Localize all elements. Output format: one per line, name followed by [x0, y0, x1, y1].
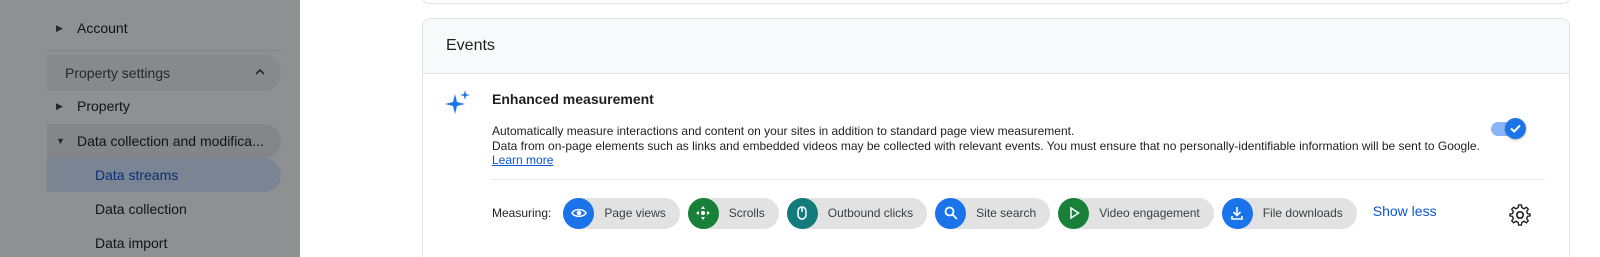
chip-label: Page views	[604, 206, 666, 220]
chip-label: Video engagement	[1099, 206, 1200, 220]
sparkle-icon	[445, 90, 470, 114]
mouse-icon	[786, 197, 818, 229]
show-less-link[interactable]: Show less	[1373, 203, 1437, 219]
eye-icon	[563, 197, 595, 229]
toggle-knob	[1505, 118, 1526, 139]
collapse-arrow-icon: ▼	[56, 136, 65, 146]
sidebar-item-account[interactable]: ▶ Account	[47, 11, 281, 45]
search-icon	[935, 197, 967, 229]
download-icon	[1221, 197, 1253, 229]
learn-more-link[interactable]: Learn more	[492, 153, 553, 167]
measuring-label: Measuring:	[492, 206, 552, 220]
sidebar-item-label: Data collection and modifica...	[77, 133, 264, 149]
sidebar-item-property[interactable]: ▶ Property	[47, 89, 281, 123]
chip-outbound-clicks[interactable]: Outbound clicks	[786, 197, 928, 229]
chevron-up-icon	[255, 68, 265, 75]
sidebar-item-label: Data import	[95, 235, 168, 251]
chip-scrolls[interactable]: Scrolls	[687, 197, 779, 229]
chip-site-search[interactable]: Site search	[935, 197, 1051, 229]
expand-arrow-icon: ▶	[56, 22, 63, 33]
play-icon	[1058, 197, 1090, 229]
sidebar-item-data-collection-and-modification[interactable]: ▼ Data collection and modifica...	[47, 124, 281, 158]
enhanced-measurement-description: Automatically measure interactions and c…	[492, 124, 1075, 138]
previous-card	[422, 0, 1570, 4]
sidebar-divider	[47, 50, 281, 51]
sidebar-item-label: Property	[77, 98, 130, 114]
events-title: Events	[446, 37, 495, 54]
events-header: Events	[423, 19, 1569, 74]
stream-details-panel: Events Enhanced measurement Automaticall…	[300, 0, 1600, 257]
chip-label: Site search	[976, 206, 1037, 220]
chip-label: Scrolls	[728, 206, 765, 220]
divider	[492, 179, 1545, 180]
check-icon	[1510, 124, 1521, 133]
sidebar-item-data-streams[interactable]: Data streams	[47, 158, 281, 192]
sidebar-item-label: Account	[77, 20, 128, 36]
sidebar-section-property-settings[interactable]: Property settings	[47, 55, 281, 91]
chip-video-engagement[interactable]: Video engagement	[1058, 197, 1214, 229]
admin-sidebar: ▶ Account Property settings ▶ Property ▼…	[0, 0, 300, 257]
sidebar-item-data-collection[interactable]: Data collection	[47, 192, 281, 226]
sidebar-item-data-import[interactable]: Data import	[47, 226, 281, 257]
chip-page-views[interactable]: Page views	[563, 197, 680, 229]
enhanced-measurement-toggle[interactable]	[1491, 118, 1527, 140]
chip-label: Outbound clicks	[827, 206, 914, 220]
sidebar-item-label: Data collection	[95, 201, 187, 217]
enhanced-measurement-disclaimer: Data from on-page elements such as links…	[492, 139, 1480, 153]
scroll-crosshair-icon	[687, 197, 719, 229]
chip-file-downloads[interactable]: File downloads	[1221, 197, 1357, 229]
expand-arrow-icon: ▶	[56, 100, 63, 111]
gear-icon[interactable]	[1509, 204, 1531, 226]
enhanced-measurement-title: Enhanced measurement	[492, 91, 654, 107]
sidebar-item-label: Data streams	[95, 167, 179, 183]
measuring-row: Measuring: Page views Scrolls Outbound c…	[492, 197, 1437, 229]
chip-label: File downloads	[1262, 206, 1343, 220]
events-card: Events Enhanced measurement Automaticall…	[422, 18, 1570, 257]
sidebar-section-label: Property settings	[65, 65, 171, 81]
